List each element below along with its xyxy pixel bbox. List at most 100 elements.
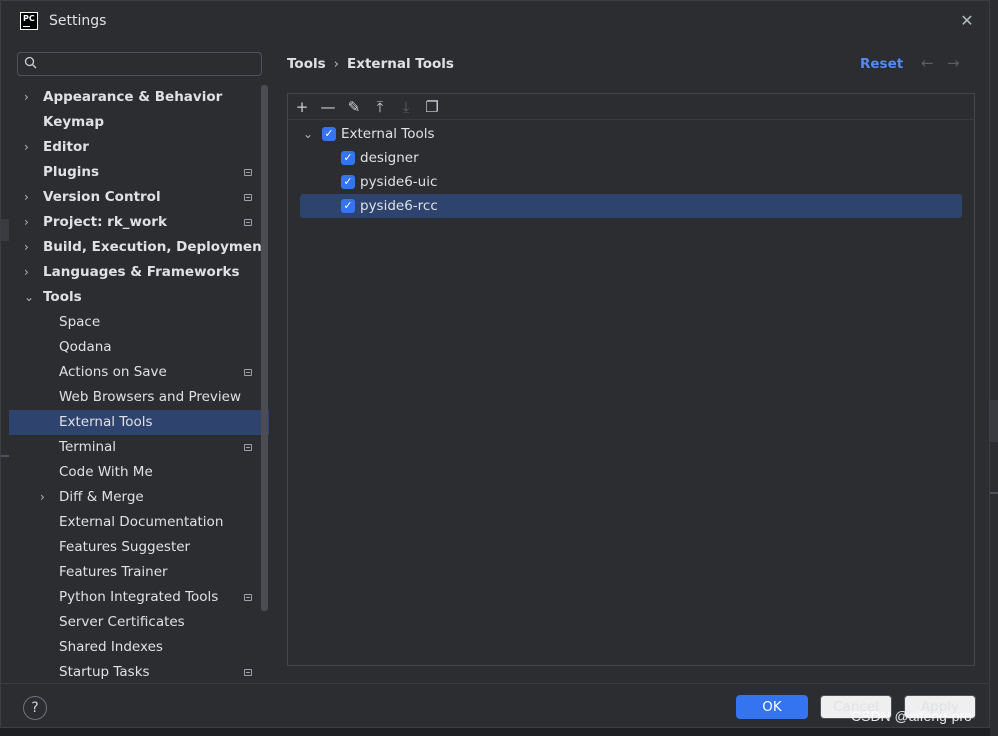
tool-checkbox[interactable]: ✓ (341, 175, 355, 189)
backdrop-strip (990, 0, 998, 736)
sidebar-item[interactable]: Server Certificates (9, 610, 269, 635)
tool-group-checkbox[interactable]: ✓ (322, 127, 336, 141)
sidebar-item[interactable]: › Project: rk_work (9, 210, 269, 235)
backdrop-segment (990, 400, 998, 442)
sidebar-item[interactable]: External Documentation (9, 510, 269, 535)
project-level-icon (244, 669, 252, 676)
move-up-icon[interactable]: ⤒ (370, 97, 390, 117)
chevron-right-icon[interactable]: › (40, 485, 52, 510)
project-level-icon (244, 169, 252, 176)
sidebar-item[interactable]: › Appearance & Behavior (9, 85, 269, 110)
sidebar-item[interactable]: External Tools (9, 410, 269, 435)
sidebar-item-label: Actions on Save (59, 364, 167, 380)
chevron-right-icon[interactable]: › (24, 210, 36, 235)
chevron-down-icon[interactable]: ⌄ (303, 122, 313, 146)
sidebar-item[interactable]: Terminal (9, 435, 269, 460)
sidebar-item-label: Web Browsers and Preview (59, 389, 241, 405)
tools-toolbar: + — ✎ ⤒ ⤓ ❐ (288, 94, 974, 120)
sidebar-item[interactable]: Plugins (9, 160, 269, 185)
add-icon[interactable]: + (292, 97, 312, 117)
tool-group-row[interactable]: ⌄ ✓ External Tools (288, 122, 974, 146)
remove-icon[interactable]: — (318, 97, 338, 117)
sidebar-item[interactable]: Features Suggester (9, 535, 269, 560)
sidebar-item[interactable]: Startup Tasks (9, 660, 269, 685)
sidebar-item[interactable]: Actions on Save (9, 360, 269, 385)
sidebar-item[interactable]: Space (9, 310, 269, 335)
arrow-left-icon[interactable]: ← (921, 54, 934, 72)
sidebar-item[interactable]: › Editor (9, 135, 269, 160)
tool-row[interactable]: ✓ pyside6-uic (288, 170, 974, 194)
dialog-footer: ? OK Cancel Apply (1, 683, 989, 729)
sidebar-item[interactable]: Web Browsers and Preview (9, 385, 269, 410)
sidebar-item-label: Features Suggester (59, 539, 191, 555)
chevron-down-icon[interactable]: ⌄ (24, 285, 36, 310)
tool-label: pyside6-uic (360, 174, 438, 190)
search-input[interactable] (44, 55, 254, 73)
project-level-icon (244, 444, 252, 451)
sidebar-item-label: Editor (43, 139, 89, 155)
copy-icon[interactable]: ❐ (422, 97, 442, 117)
sidebar-item-label: Shared Indexes (59, 639, 163, 655)
settings-dialog: PC Settings ✕ › Appearance & Behavior Keym… (0, 0, 990, 728)
sidebar-item[interactable]: ⌄ Tools (9, 285, 269, 310)
sidebar-item-label: External Tools (59, 414, 153, 430)
tool-row[interactable]: ✓ pyside6-rcc (300, 194, 962, 218)
project-level-icon (244, 369, 252, 376)
help-icon[interactable]: ? (23, 696, 47, 720)
sidebar-item-label: Terminal (59, 439, 117, 455)
tool-label: designer (360, 150, 419, 166)
sidebar-item[interactable]: › Languages & Frameworks (9, 260, 269, 285)
sidebar-item-label: Startup Tasks (59, 664, 150, 680)
sidebar-item[interactable]: Qodana (9, 335, 269, 360)
chevron-right-icon[interactable]: › (24, 135, 36, 160)
sidebar-item[interactable]: Shared Indexes (9, 635, 269, 660)
settings-search[interactable] (17, 52, 262, 76)
reset-link[interactable]: Reset (860, 56, 903, 72)
sidebar-item[interactable]: Python Integrated Tools (9, 585, 269, 610)
chevron-right-icon: › (333, 56, 340, 72)
project-level-icon (244, 194, 252, 201)
sidebar-item-label: Languages & Frameworks (43, 264, 240, 280)
settings-tree: › Appearance & Behavior Keymap › Editor Plugi… (9, 85, 269, 685)
tool-checkbox[interactable]: ✓ (341, 199, 355, 213)
title-bar: PC Settings ✕ (1, 1, 989, 41)
project-level-icon (244, 594, 252, 601)
sidebar-item[interactable]: › Version Control (9, 185, 269, 210)
search-icon (24, 56, 37, 69)
ok-button[interactable]: OK (736, 695, 808, 719)
arrow-right-icon[interactable]: → (947, 54, 960, 72)
pycharm-logo-icon: PC (20, 12, 38, 30)
watermark: CSDN @aifeng-pro (851, 708, 972, 724)
tool-checkbox[interactable]: ✓ (341, 151, 355, 165)
tool-row[interactable]: ✓ designer (288, 146, 974, 170)
sidebar-item-label: Space (59, 314, 101, 330)
sidebar-item-label: Appearance & Behavior (43, 89, 223, 105)
sidebar-item[interactable]: Keymap (9, 110, 269, 135)
chevron-right-icon[interactable]: › (24, 235, 36, 260)
sidebar-item[interactable]: › Diff & Merge (9, 485, 269, 510)
dialog-title: Settings (49, 13, 107, 29)
backdrop-segment (1, 455, 9, 457)
breadcrumb-item: External Tools (347, 56, 454, 72)
sidebar-item-label: Keymap (43, 114, 105, 130)
external-tools-tree: ⌄ ✓ External Tools ✓ designer ✓ pyside6-uic… (288, 122, 974, 218)
sidebar-item[interactable]: › Build, Execution, Deployment (9, 235, 269, 260)
sidebar-item[interactable]: Code With Me (9, 460, 269, 485)
move-down-icon[interactable]: ⤓ (396, 97, 416, 117)
sidebar-item-label: Features Trainer (59, 564, 168, 580)
external-tools-panel: + — ✎ ⤒ ⤓ ❐ ⌄ ✓ External Tools ✓ designer ✓ pysi… (287, 93, 975, 666)
chevron-right-icon[interactable]: › (24, 85, 36, 110)
sidebar-item-label: Build, Execution, Deployment (43, 239, 269, 255)
project-level-icon (244, 219, 252, 226)
sidebar-item-label: Tools (43, 289, 82, 305)
sidebar-item-label: Qodana (59, 339, 112, 355)
sidebar-item-label: Plugins (43, 164, 100, 180)
settings-sidebar: › Appearance & Behavior Keymap › Editor Plugi… (9, 41, 269, 683)
chevron-right-icon[interactable]: › (24, 260, 36, 285)
close-icon[interactable]: ✕ (959, 13, 975, 29)
sidebar-item[interactable]: Features Trainer (9, 560, 269, 585)
sidebar-scrollbar[interactable] (261, 85, 268, 611)
edit-icon[interactable]: ✎ (344, 97, 364, 117)
tool-group-label: External Tools (341, 126, 435, 142)
chevron-right-icon[interactable]: › (24, 185, 36, 210)
